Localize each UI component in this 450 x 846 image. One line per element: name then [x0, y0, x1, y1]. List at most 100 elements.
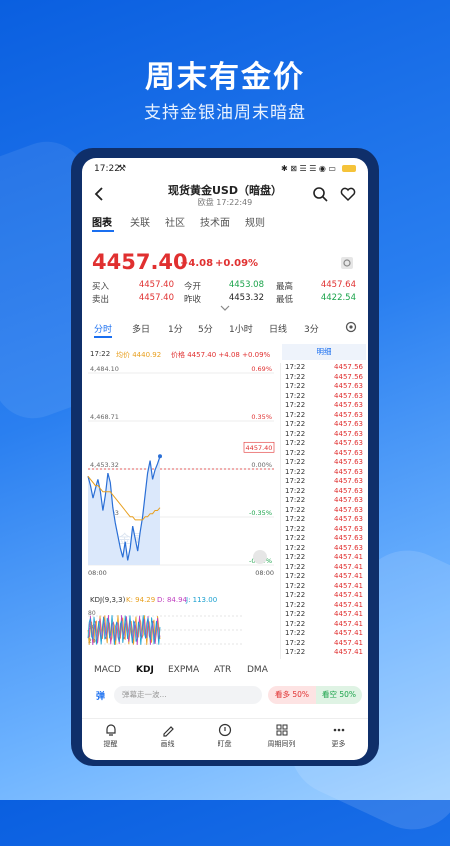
- tab-more-label: 更多: [331, 740, 346, 748]
- tick-time: 17:22: [285, 448, 306, 457]
- tick-price: 4457.63: [334, 505, 363, 514]
- tick-time: 17:22: [285, 505, 306, 514]
- tick-row: 17:22 4457.41: [281, 648, 367, 657]
- tick-time: 17:22: [285, 486, 306, 495]
- period-3min[interactable]: 3分: [304, 322, 319, 335]
- tick-row: 17:22 4457.41: [281, 639, 367, 648]
- detail-button[interactable]: 明细: [282, 344, 366, 360]
- indicator-kdj[interactable]: KDJ: [136, 665, 154, 675]
- danmu-icon[interactable]: 弹: [96, 689, 105, 702]
- y-pct-label: 0.69%: [251, 365, 272, 373]
- tick-price: 4457.63: [334, 477, 363, 485]
- favorite-heart-icon[interactable]: [340, 186, 356, 202]
- back-icon[interactable]: [92, 186, 106, 202]
- target-icon: [218, 723, 231, 737]
- last-point: [158, 454, 162, 459]
- tick-row: 17:22 4457.63: [281, 392, 367, 401]
- tick-time: 17:22: [285, 629, 306, 637]
- tab-indicator: [92, 230, 114, 232]
- price-change: +4.08: [180, 258, 214, 269]
- tab-draw-label: 画线: [160, 740, 175, 748]
- battery-icon: [342, 165, 356, 172]
- tick-row: 17:22 4457.41: [281, 610, 367, 619]
- period-1hour[interactable]: 1小时: [229, 322, 253, 335]
- indicator-dma[interactable]: DMA: [247, 665, 268, 675]
- tab-draw[interactable]: 画线: [139, 723, 196, 749]
- period-multiday[interactable]: 多日: [132, 322, 150, 335]
- kdj-label: KDJ(9,3,3): [90, 596, 126, 604]
- grid-icon: [276, 724, 287, 736]
- tab-watch[interactable]: 盯盘: [196, 723, 253, 749]
- tab-chart[interactable]: 图表: [92, 214, 112, 229]
- status-bar: 17:22 ⚒ ✱ ⊠ ☰ ☰ ◉ ▭: [82, 158, 368, 180]
- period-intraday[interactable]: 分时: [94, 322, 112, 335]
- tick-row: 17:22 4457.63: [281, 382, 367, 391]
- status-time: 17:22: [94, 164, 120, 174]
- period-daily[interactable]: 日线: [269, 322, 287, 335]
- refresh-icon[interactable]: [340, 256, 354, 270]
- tick-list[interactable]: 17:22 4457.56 17:22 4457.56 17:22 4457.63 17:2…: [280, 363, 368, 659]
- tab-multi-period[interactable]: 周期同列: [253, 723, 310, 749]
- tick-price: 4457.41: [334, 553, 363, 561]
- tab-alert[interactable]: 提醒: [82, 723, 139, 749]
- tick-row: 17:22 4457.63: [281, 487, 367, 496]
- bearish-vote-button[interactable]: 看空 50%: [316, 686, 362, 704]
- crosshair-toggle-icon[interactable]: [253, 550, 267, 564]
- chart-time: 17:22: [90, 350, 111, 358]
- tick-row: 17:22 4457.63: [281, 496, 367, 505]
- tick-row: 17:22 4457.63: [281, 420, 367, 429]
- tab-community[interactable]: 社区: [165, 214, 185, 229]
- current-price-info: 价格 4457.40 +4.08 +0.09%: [171, 351, 271, 359]
- y-tick-label: 4,453.32: [90, 461, 119, 469]
- tick-row: 17:22 4457.56: [281, 373, 367, 382]
- kdj-chart: 805020: [87, 610, 242, 646]
- indicator-expma[interactable]: EXPMA: [168, 665, 199, 675]
- tick-time: 17:22: [285, 372, 306, 381]
- tick-price: 4457.56: [334, 363, 363, 371]
- y-tick-label: 4,468.71: [90, 413, 119, 421]
- tab-more[interactable]: 更多: [310, 723, 367, 749]
- search-icon[interactable]: [312, 186, 328, 202]
- tick-time: 17:22: [285, 600, 306, 609]
- y-pct-label: 0.00%: [251, 461, 272, 469]
- tick-row: 17:22 4457.63: [281, 515, 367, 524]
- tick-row: 17:22 4457.41: [281, 582, 367, 591]
- y-pct-label: -0.35%: [249, 509, 272, 517]
- buy-value: 4457.40: [138, 280, 174, 290]
- tick-row: 17:22 4457.63: [281, 458, 367, 467]
- prev-close-value: 4453.32: [228, 293, 264, 303]
- tick-price: 4457.41: [334, 629, 363, 637]
- tick-time: 17:22: [285, 410, 306, 419]
- kdj-d: D: 84.94: [157, 596, 188, 604]
- tick-time: 17:22: [285, 610, 306, 618]
- danmu-input[interactable]: 弹幕走一波...: [114, 686, 262, 704]
- tick-row: 17:22 4457.41: [281, 563, 367, 572]
- price-chart: 4,484.10 0.69% 4,468.71 0.35% 4,453.32 0.00% 4…: [87, 365, 275, 577]
- tick-price: 4457.63: [334, 410, 363, 419]
- tab-technical[interactable]: 技术面: [200, 214, 230, 229]
- tick-price: 4457.63: [334, 524, 363, 533]
- tab-related[interactable]: 关联: [130, 214, 150, 229]
- tick-price: 4457.63: [334, 382, 363, 390]
- tab-rules[interactable]: 规则: [245, 214, 265, 229]
- chevron-down-icon[interactable]: [220, 305, 230, 311]
- tick-row: 17:22 4457.63: [281, 506, 367, 515]
- tick-price: 4457.63: [334, 391, 363, 400]
- bullish-vote-button[interactable]: 看多 50%: [268, 686, 316, 704]
- tick-price: 4457.56: [334, 372, 363, 381]
- settings-icon[interactable]: [345, 321, 357, 333]
- low-value: 4422.54: [320, 293, 356, 303]
- sell-label: 卖出: [92, 295, 110, 305]
- tick-time: 17:22: [285, 591, 306, 599]
- tick-price: 4457.63: [334, 543, 363, 552]
- period-1min[interactable]: 1分: [168, 322, 183, 335]
- indicator-macd[interactable]: MACD: [94, 665, 121, 675]
- indicator-atr[interactable]: ATR: [214, 665, 231, 675]
- app-screen: 17:22 ⚒ ✱ ⊠ ☰ ☰ ◉ ▭ 现货黄金USD（暗盘） 欧盘 17:22…: [82, 158, 368, 760]
- tick-price: 4457.41: [334, 591, 363, 599]
- promo-title: 周末有金价: [145, 60, 305, 95]
- period-5min[interactable]: 5分: [198, 322, 213, 335]
- bell-icon: [105, 724, 116, 736]
- instrument-title: 现货黄金USD（暗盘）: [168, 184, 282, 197]
- tick-time: 17:22: [285, 524, 306, 533]
